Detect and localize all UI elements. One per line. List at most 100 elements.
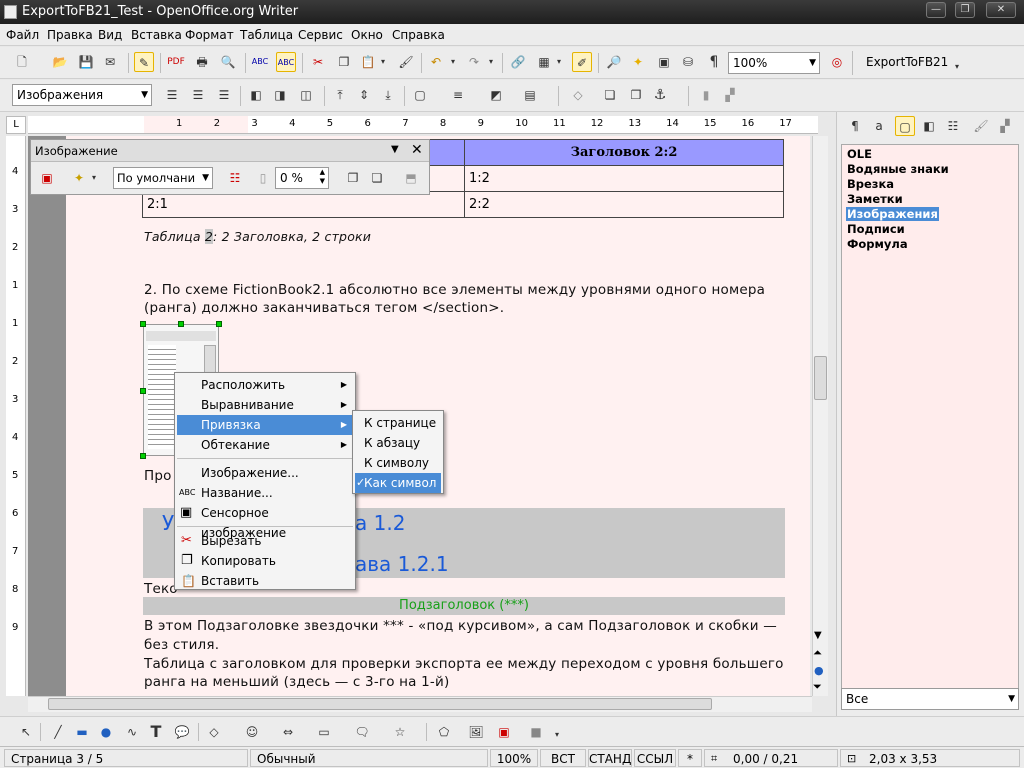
- transparency-field[interactable]: 0 % ▲ ▼: [275, 167, 329, 189]
- graphics-mode-wand-icon[interactable]: ✦: [69, 168, 89, 188]
- select-all-icon[interactable]: ▞: [720, 85, 740, 105]
- copy-icon[interactable]: ❐: [334, 52, 354, 72]
- line-icon[interactable]: ╱: [48, 722, 68, 742]
- vertical-ruler[interactable]: 4 3 2 1 1 2 3 4 5 6 7 8 9: [6, 136, 26, 696]
- table-icon[interactable]: ▦: [534, 52, 554, 72]
- minimize-button[interactable]: —: [926, 2, 946, 18]
- borders-icon[interactable]: ▢: [410, 85, 430, 105]
- paste-dropdown-icon[interactable]: ▾: [378, 52, 388, 72]
- nav-item-watermarks[interactable]: Водяные знаки: [846, 162, 950, 176]
- table-dropdown-icon[interactable]: ▾: [554, 52, 564, 72]
- next-object-icon[interactable]: ⏷: [813, 680, 822, 694]
- undo-icon[interactable]: ↶: [426, 52, 446, 72]
- subheading[interactable]: Подзаголовок (***): [143, 597, 785, 615]
- vertical-scrollbar[interactable]: ▼ ⏶ ● ⏷: [812, 136, 828, 696]
- nav-item-formula[interactable]: Формула: [846, 237, 909, 251]
- menu-table[interactable]: Таблица: [240, 28, 293, 42]
- paragraph-line[interactable]: ранга на меньший (здесь — с 3-го на 1-й): [144, 674, 449, 690]
- align-bottom-icon[interactable]: ⤓: [378, 85, 398, 105]
- export-fb21-button[interactable]: ExportToFB21: [866, 55, 948, 69]
- frame-color-icon[interactable]: ▤: [520, 85, 540, 105]
- status-selection-mode[interactable]: СТАНД: [588, 749, 632, 767]
- cut-icon[interactable]: ✂: [308, 52, 328, 72]
- selection-handle[interactable]: [216, 321, 222, 327]
- status-page[interactable]: Страница 3 / 5: [4, 749, 248, 767]
- symbol-shapes-icon[interactable]: ☺: [242, 722, 262, 742]
- nav-item-images[interactable]: Изображения: [846, 207, 939, 221]
- menu-item-copy[interactable]: ❐ Копировать: [177, 551, 353, 571]
- hyperlink-icon[interactable]: 🔗: [508, 52, 528, 72]
- flowchart-icon[interactable]: ▭: [314, 722, 334, 742]
- freeform-icon[interactable]: ∿: [122, 722, 142, 742]
- paragraph-line[interactable]: 2. По схеме FictionBook2.1 абсолютно все…: [144, 282, 765, 298]
- menu-item-image-map[interactable]: ▣ Сенсорное изображение: [177, 503, 353, 540]
- status-insert-mode[interactable]: ВСТ: [540, 749, 586, 767]
- bring-front-icon[interactable]: ◇: [568, 85, 588, 105]
- submenu-item-to-character[interactable]: К символу: [355, 453, 441, 473]
- print-preview-icon[interactable]: 🔍: [218, 52, 238, 72]
- heading-1-2-1[interactable]: ава 1.2.1: [355, 552, 449, 576]
- transparency-icon[interactable]: ▯: [253, 168, 273, 188]
- paragraph-line[interactable]: (ранга) должно заканчиваться тегом </sec…: [144, 300, 504, 316]
- page-view-icon[interactable]: ◧: [919, 116, 939, 136]
- show-draw-functions-icon[interactable]: ✐: [572, 52, 592, 72]
- forward-one-icon[interactable]: ❏: [600, 85, 620, 105]
- menu-item-caption[interactable]: ABC Название...: [177, 483, 353, 503]
- table-cell[interactable]: 2:1: [142, 191, 465, 218]
- align-top-icon[interactable]: ⤒: [330, 85, 350, 105]
- submenu-item-to-paragraph[interactable]: К абзацу: [355, 433, 441, 453]
- menu-tools[interactable]: Сервис: [298, 28, 343, 42]
- status-hyperlink-mode[interactable]: ССЫЛ: [634, 749, 676, 767]
- heading-1-2-start[interactable]: У: [162, 511, 174, 535]
- back-one-icon[interactable]: ❐: [626, 85, 646, 105]
- status-zoom[interactable]: 100%: [490, 749, 538, 767]
- toolbar-options-icon[interactable]: ▾: [952, 57, 962, 77]
- align-left-icon[interactable]: ☰: [162, 85, 182, 105]
- toolbar-menu-icon[interactable]: ▼: [391, 144, 399, 155]
- navigation-icon[interactable]: ●: [814, 664, 824, 677]
- data-sources-icon[interactable]: ⛁: [678, 52, 698, 72]
- line-style-icon[interactable]: ≡: [448, 85, 468, 105]
- gallery-icon[interactable]: ▣: [654, 52, 674, 72]
- paste-icon[interactable]: 📋: [358, 52, 378, 72]
- table-header-cell[interactable]: Заголовок 2:2: [464, 139, 784, 166]
- flip-vertical-icon[interactable]: ❐: [343, 168, 363, 188]
- paragraph-style-select[interactable]: Изображения ▼: [12, 84, 152, 106]
- edit-file-icon[interactable]: ✎: [134, 52, 154, 72]
- callouts-icon[interactable]: 🗨: [352, 722, 372, 742]
- basic-shapes-icon[interactable]: ◇: [204, 722, 224, 742]
- open-icon[interactable]: 📂: [50, 52, 70, 72]
- menu-item-paste[interactable]: 📋 Вставить: [177, 571, 353, 591]
- content-icon[interactable]: a: [869, 116, 889, 136]
- paragraph-fragment[interactable]: Про: [144, 468, 172, 484]
- menu-file[interactable]: Файл: [6, 28, 39, 42]
- maximize-button[interactable]: ❐: [955, 2, 975, 18]
- close-button[interactable]: ✕: [986, 2, 1016, 18]
- nav-item-captions[interactable]: Подписи: [846, 222, 906, 236]
- paragraph-line[interactable]: Таблица с заголовком для проверки экспор…: [144, 656, 784, 672]
- ellipse-icon[interactable]: ●: [96, 722, 116, 742]
- menu-item-image-properties[interactable]: Изображение...: [177, 463, 353, 483]
- send-icon[interactable]: ✉: [100, 52, 120, 72]
- from-file-icon[interactable]: 🖼: [466, 722, 486, 742]
- menu-view[interactable]: Вид: [98, 28, 122, 42]
- paragraph-line[interactable]: В этом Подзаголовке звездочки *** - «под…: [144, 618, 777, 634]
- crop-icon[interactable]: ⬒: [401, 168, 421, 188]
- new-icon[interactable]: 🗋: [12, 52, 32, 72]
- drawbar-options-icon[interactable]: ▾: [552, 725, 562, 745]
- menu-item-cut[interactable]: ✂ Вырезать: [177, 531, 353, 551]
- selection-handle[interactable]: [140, 388, 146, 394]
- print-icon[interactable]: 🖶: [192, 52, 212, 72]
- ruler-corner[interactable]: L: [6, 116, 26, 134]
- scroll-down-icon[interactable]: ▼: [814, 630, 822, 641]
- wrap-page-icon[interactable]: ◨: [270, 85, 290, 105]
- menu-item-arrange[interactable]: Расположить ▶: [177, 375, 353, 395]
- config-icon[interactable]: ▞: [995, 116, 1015, 136]
- spellcheck-icon[interactable]: ABC: [250, 52, 270, 72]
- styles-icon[interactable]: ¶: [845, 116, 865, 136]
- menu-item-wrap[interactable]: Обтекание ▶: [177, 435, 353, 455]
- points-icon[interactable]: ⬠: [434, 722, 454, 742]
- extrusion-icon[interactable]: ■: [526, 722, 546, 742]
- undo-dropdown-icon[interactable]: ▾: [448, 52, 458, 72]
- find-replace-icon[interactable]: 🔎: [604, 52, 624, 72]
